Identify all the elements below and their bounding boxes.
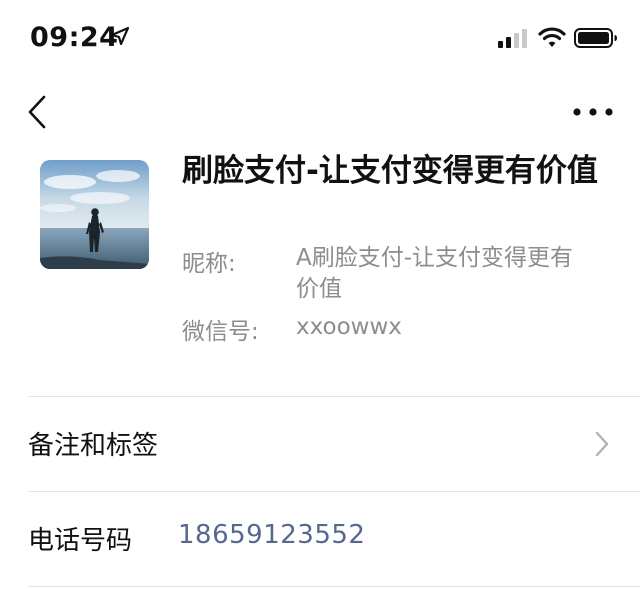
back-button[interactable] (22, 90, 56, 134)
avatar-image (40, 160, 149, 269)
more-dots-icon (573, 108, 613, 116)
phone-number-label: 电话号码 (28, 526, 133, 556)
divider (28, 586, 640, 587)
nickname-label: 昵称: (182, 251, 236, 277)
avatar[interactable] (40, 160, 149, 269)
nickname-value: A刷脸支付-让支付变得更有价值 (296, 245, 574, 302)
phone-number-row[interactable]: 电话号码 18659123552 (0, 492, 640, 586)
chevron-left-icon (28, 95, 46, 129)
phone-number-value[interactable]: 18659123552 (178, 520, 365, 550)
wechat-id-value: xxoowwx (296, 314, 402, 340)
wifi-icon (538, 27, 566, 47)
profile-name: 刷脸支付-让支付变得更有价值 (182, 153, 598, 189)
battery-icon (574, 28, 617, 48)
location-arrow-icon (110, 26, 130, 46)
more-options-button[interactable] (570, 98, 616, 126)
chevron-right-icon (595, 431, 609, 457)
remarks-and-tags-row[interactable]: 备注和标签 (0, 397, 640, 491)
remarks-and-tags-label: 备注和标签 (28, 431, 159, 461)
status-time: 09:24 (30, 22, 119, 53)
status-bar: 09:24 (0, 0, 640, 78)
wechat-id-label: 微信号: (182, 319, 259, 345)
cellular-signal-icon (498, 29, 527, 48)
